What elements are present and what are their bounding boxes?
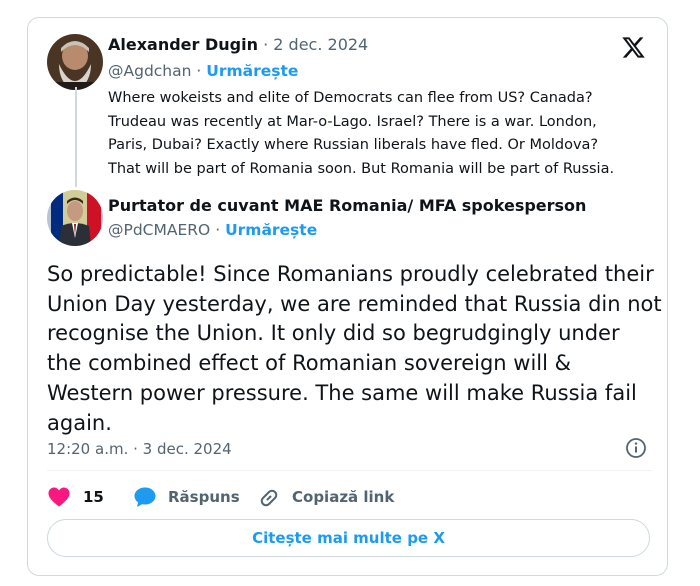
follow-button[interactable]: Urmărește xyxy=(206,62,298,80)
read-more-on-x-button[interactable]: Citește mai multe pe X xyxy=(47,519,650,557)
text-line: Paris, Dubai? Exactly where Russian libe… xyxy=(108,137,599,153)
x-logo-icon[interactable] xyxy=(621,35,646,60)
text-line: recognise the Union. It only did so begr… xyxy=(47,321,620,346)
author-handle[interactable]: @Agdchan xyxy=(108,62,191,80)
quoted-tweet-header: Alexander Dugin · 2 dec. 2024 xyxy=(108,35,368,54)
text-line: Union Day yesterday, we are reminded tha… xyxy=(47,291,662,316)
text-line: Where wokeists and elite of Democrats ca… xyxy=(108,90,593,106)
author-name[interactable]: Purtator de cuvant MAE Romania/ MFA spok… xyxy=(108,196,586,215)
avatar-dugin[interactable] xyxy=(47,34,103,90)
text-line: So predictable! Since Romanians proudly … xyxy=(47,262,654,286)
text-line: Western power pressure. The same will ma… xyxy=(47,380,637,405)
text-line: Trudeau was recently at Mar-o-Lago. Isra… xyxy=(108,113,597,130)
heart-icon xyxy=(47,486,71,508)
like-count: 15 xyxy=(83,488,104,506)
main-tweet-header: Purtator de cuvant MAE Romania/ MFA spok… xyxy=(108,196,586,215)
reply-label: Răspuns xyxy=(168,488,240,506)
follow-button[interactable]: Urmărește xyxy=(225,221,317,239)
author-name[interactable]: Alexander Dugin xyxy=(108,35,258,54)
info-icon[interactable] xyxy=(625,437,647,459)
quoted-tweet-subheader: @Agdchan · Urmărește xyxy=(108,62,298,80)
copy-link-button[interactable]: Copiază link xyxy=(257,485,394,509)
divider xyxy=(47,470,652,471)
separator-dot: · xyxy=(263,35,269,54)
main-tweet-subheader: @PdCMAERO · Urmărește xyxy=(108,221,317,239)
like-button[interactable]: 15 xyxy=(47,485,104,509)
separator-dot: · xyxy=(215,221,221,239)
speech-bubble-icon xyxy=(133,486,157,508)
tweet-timestamp[interactable]: 12:20 a.m. · 3 dec. 2024 xyxy=(47,440,232,458)
avatar-mfa-spokesperson[interactable] xyxy=(47,190,103,246)
reply-button[interactable]: Răspuns xyxy=(133,485,240,509)
quoted-tweet-text: Where wokeists and elite of Democrats ca… xyxy=(108,87,614,181)
thread-connector-line xyxy=(75,87,77,187)
text-line: again. xyxy=(47,410,112,435)
separator-dot: · xyxy=(196,62,202,80)
author-handle[interactable]: @PdCMAERO xyxy=(108,221,210,239)
copy-link-label: Copiază link xyxy=(292,488,395,506)
tweet-date[interactable]: 2 dec. 2024 xyxy=(273,35,368,54)
link-icon xyxy=(257,486,281,508)
text-line: That will be part of Romania soon. But R… xyxy=(108,160,615,177)
main-tweet-text: So predictable! Since Romanians proudly … xyxy=(47,260,662,438)
text-line: the combined effect of Romanian sovereig… xyxy=(47,351,571,376)
